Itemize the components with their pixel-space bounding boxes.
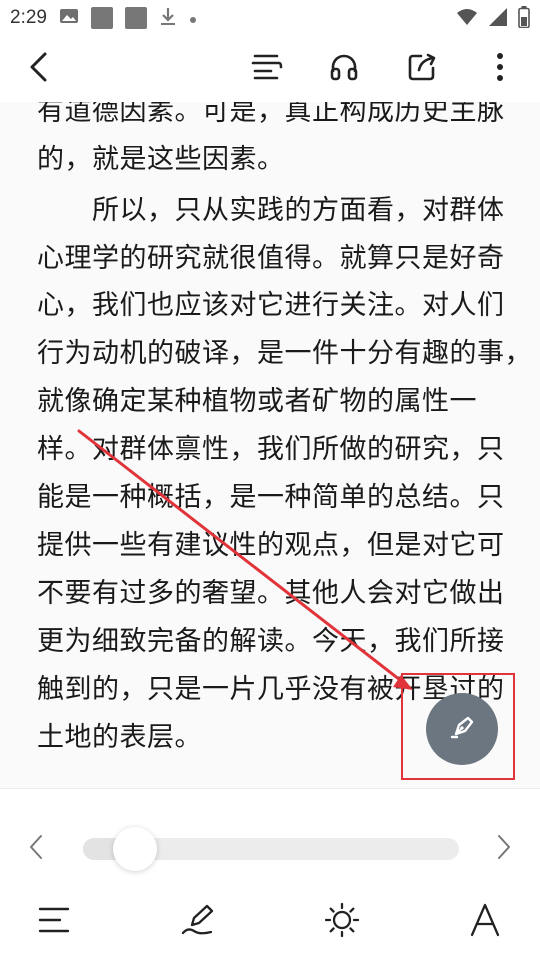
dot-icon	[189, 8, 197, 29]
reader-toolbar	[0, 36, 540, 103]
text-line: 就像确定某种植物或者矿物的属性一	[37, 386, 477, 417]
back-button[interactable]	[18, 48, 60, 90]
text-line: 心，我们也应该对它进行关注。对人们	[37, 290, 505, 321]
headphones-icon	[329, 52, 359, 86]
progress-thumb[interactable]	[113, 827, 158, 871]
back-arrow-icon	[27, 51, 51, 87]
toc-button[interactable]	[245, 48, 287, 90]
text-line: 提供一些有建议性的观点，但是对它可	[37, 530, 505, 561]
text-line: 行为动机的破译，是一件十分有趣的事，	[37, 338, 532, 369]
toc-list-icon	[249, 52, 283, 86]
chevron-right-icon	[497, 834, 511, 864]
prev-chapter-button[interactable]	[24, 833, 48, 865]
text-line: 能是一种概括，是一种简单的总结。只	[37, 482, 505, 513]
chevron-left-icon	[29, 834, 43, 864]
pen-write-icon	[180, 903, 216, 941]
more-vertical-icon	[496, 52, 504, 86]
notes-button[interactable]	[177, 901, 219, 943]
catalog-button[interactable]	[33, 901, 75, 943]
status-bar: 2:29	[0, 0, 540, 36]
text-line: 的，就是这些因素。	[37, 144, 285, 175]
menu-list-icon	[37, 905, 71, 939]
text-line: 不要有过多的奢望。其他人会对它做出	[37, 578, 505, 609]
share-button[interactable]	[401, 48, 443, 90]
gray-square-icon	[124, 7, 147, 29]
text-line: 所以，只从实践的方面看，对群体	[37, 195, 505, 226]
text-line: 更为细致完备的解读。今天，我们所接	[37, 626, 505, 657]
wifi-icon	[456, 8, 478, 31]
bottom-panel	[0, 788, 540, 961]
listen-button[interactable]	[323, 48, 365, 90]
gallery-icon	[59, 6, 79, 31]
next-chapter-button[interactable]	[492, 833, 516, 865]
share-icon	[407, 52, 437, 86]
text-line: 样。对群体禀性，我们所做的研究，只	[37, 434, 505, 465]
battery-icon	[518, 6, 530, 33]
font-size-icon	[469, 903, 501, 941]
signal-icon	[488, 7, 508, 32]
status-time: 2:29	[10, 7, 47, 28]
more-button[interactable]	[479, 48, 521, 90]
gray-square-icon	[90, 7, 113, 29]
text-line: 心理学的研究就很值得。就算只是好奇	[37, 243, 505, 274]
font-settings-button[interactable]	[464, 901, 506, 943]
download-icon	[159, 6, 177, 31]
text-line: 有道德因素。可是，真正构成历史主脉	[37, 102, 505, 127]
brightness-icon	[324, 902, 360, 941]
brightness-button[interactable]	[321, 901, 363, 943]
annotation-highlight-box	[401, 673, 515, 780]
